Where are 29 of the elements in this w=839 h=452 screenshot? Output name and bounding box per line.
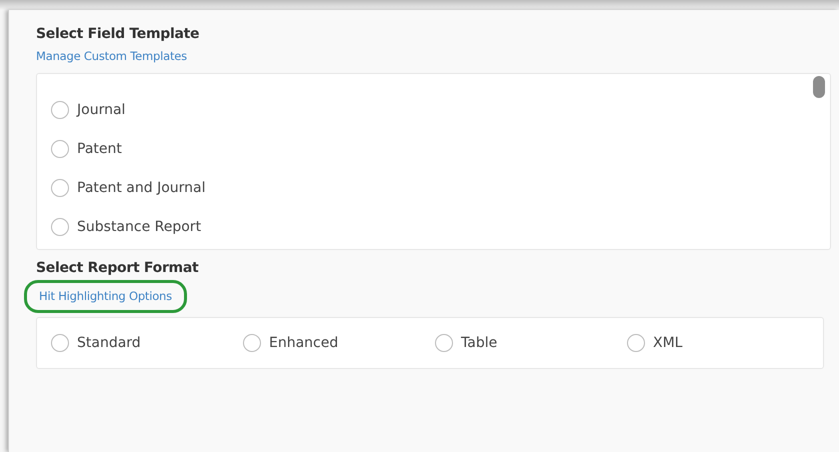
radio-button[interactable] [51, 218, 69, 236]
scrollbar-thumb[interactable] [813, 76, 825, 98]
radio-button[interactable] [435, 334, 453, 352]
radio-option[interactable]: Patent and Journal [51, 168, 830, 207]
radio-option[interactable]: Table [435, 334, 627, 352]
radio-option[interactable]: Patent [51, 129, 830, 168]
radio-option[interactable]: Standard [51, 334, 243, 352]
option-label: Enhanced [269, 335, 338, 351]
option-label: XML [653, 335, 682, 351]
option-label: Substance Report [77, 218, 202, 234]
radio-option[interactable]: XML [627, 334, 819, 352]
option-label: Table [461, 335, 498, 351]
radio-option[interactable]: Substance Report [51, 207, 830, 246]
option-label: Patent and Journal [77, 180, 206, 196]
radio-button[interactable] [243, 334, 261, 352]
option-label: Journal [77, 102, 126, 118]
radio-option[interactable]: Journal [51, 90, 830, 129]
section-title: Select Report Format [36, 260, 200, 276]
radio-button[interactable] [627, 334, 645, 352]
radio-button[interactable] [51, 334, 69, 352]
option-label: Patent [77, 140, 122, 156]
manage-templates-link[interactable]: Manage Custom Templates [36, 49, 187, 63]
hit-highlighting-link[interactable]: Hit Highlighting Options [24, 280, 187, 313]
radio-button[interactable] [51, 140, 69, 158]
radio-button[interactable] [51, 178, 69, 196]
section-title: Select Field Template [36, 26, 200, 42]
option-label: Standard [77, 335, 141, 351]
radio-option[interactable]: Enhanced [243, 334, 435, 352]
radio-button[interactable] [51, 100, 69, 118]
